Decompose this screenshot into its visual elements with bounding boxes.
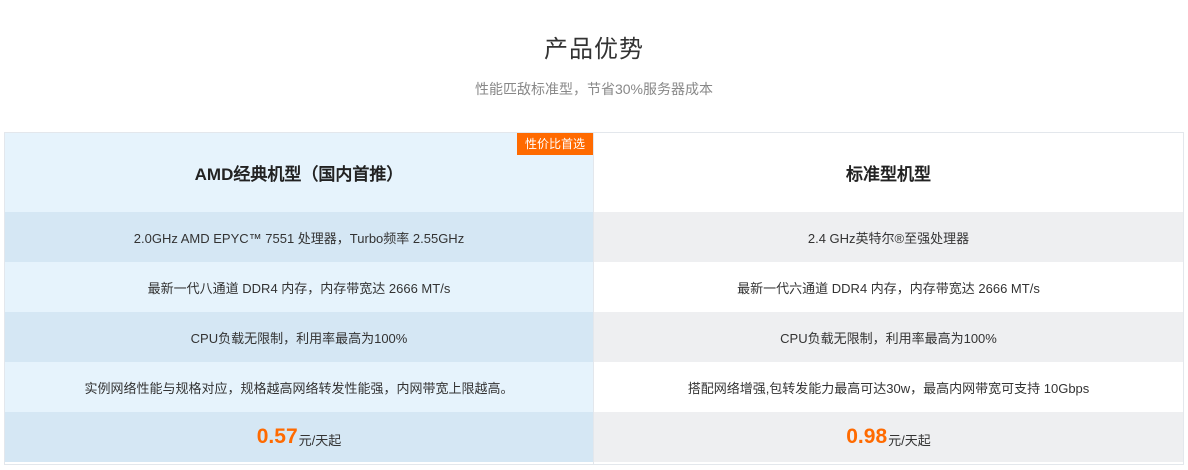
price-row: 0.57 元/天起 <box>5 412 593 462</box>
product-name: 标准型机型 <box>594 133 1183 212</box>
feature-row-network: 实例网络性能与规格对应，规格越高网络转发性能强，内网带宽上限越高。 <box>5 362 593 412</box>
price-row: 0.98 元/天起 <box>594 412 1183 462</box>
section-header: 产品优势 性能匹敌标准型，节省30%服务器成本 <box>0 0 1188 132</box>
comparison-table: 性价比首选 AMD经典机型（国内首推） 2.0GHz AMD EPYC™ 755… <box>4 132 1184 465</box>
feature-row-cpu: 2.0GHz AMD EPYC™ 7551 处理器，Turbo频率 2.55GH… <box>5 212 593 262</box>
feature-row-memory: 最新一代八通道 DDR4 内存，内存带宽达 2666 MT/s <box>5 262 593 312</box>
product-column-standard: 标准型机型 2.4 GHz英特尔®至强处理器 最新一代六通道 DDR4 内存，内… <box>594 133 1183 464</box>
section-title: 产品优势 <box>544 36 644 63</box>
best-value-badge: 性价比首选 <box>516 133 593 155</box>
feature-row-cpu-load: CPU负载无限制，利用率最高为100% <box>5 312 593 362</box>
feature-row-network: 搭配网络增强,包转发能力最高可达30w，最高内网带宽可支持 10Gbps <box>594 362 1183 412</box>
feature-row-cpu: 2.4 GHz英特尔®至强处理器 <box>594 212 1183 262</box>
price-unit: 元/天起 <box>298 432 342 448</box>
feature-row-memory: 最新一代六通道 DDR4 内存，内存带宽达 2666 MT/s <box>594 262 1183 312</box>
price-value: 0.57 <box>256 425 298 448</box>
section-subtitle: 性能匹敌标准型，节省30%服务器成本 <box>474 81 714 97</box>
product-name: AMD经典机型（国内首推） <box>5 133 593 212</box>
product-column-amd: 性价比首选 AMD经典机型（国内首推） 2.0GHz AMD EPYC™ 755… <box>5 133 594 464</box>
price-value: 0.98 <box>846 425 888 448</box>
price-unit: 元/天起 <box>888 432 931 448</box>
feature-row-cpu-load: CPU负载无限制，利用率最高为100% <box>594 312 1183 362</box>
